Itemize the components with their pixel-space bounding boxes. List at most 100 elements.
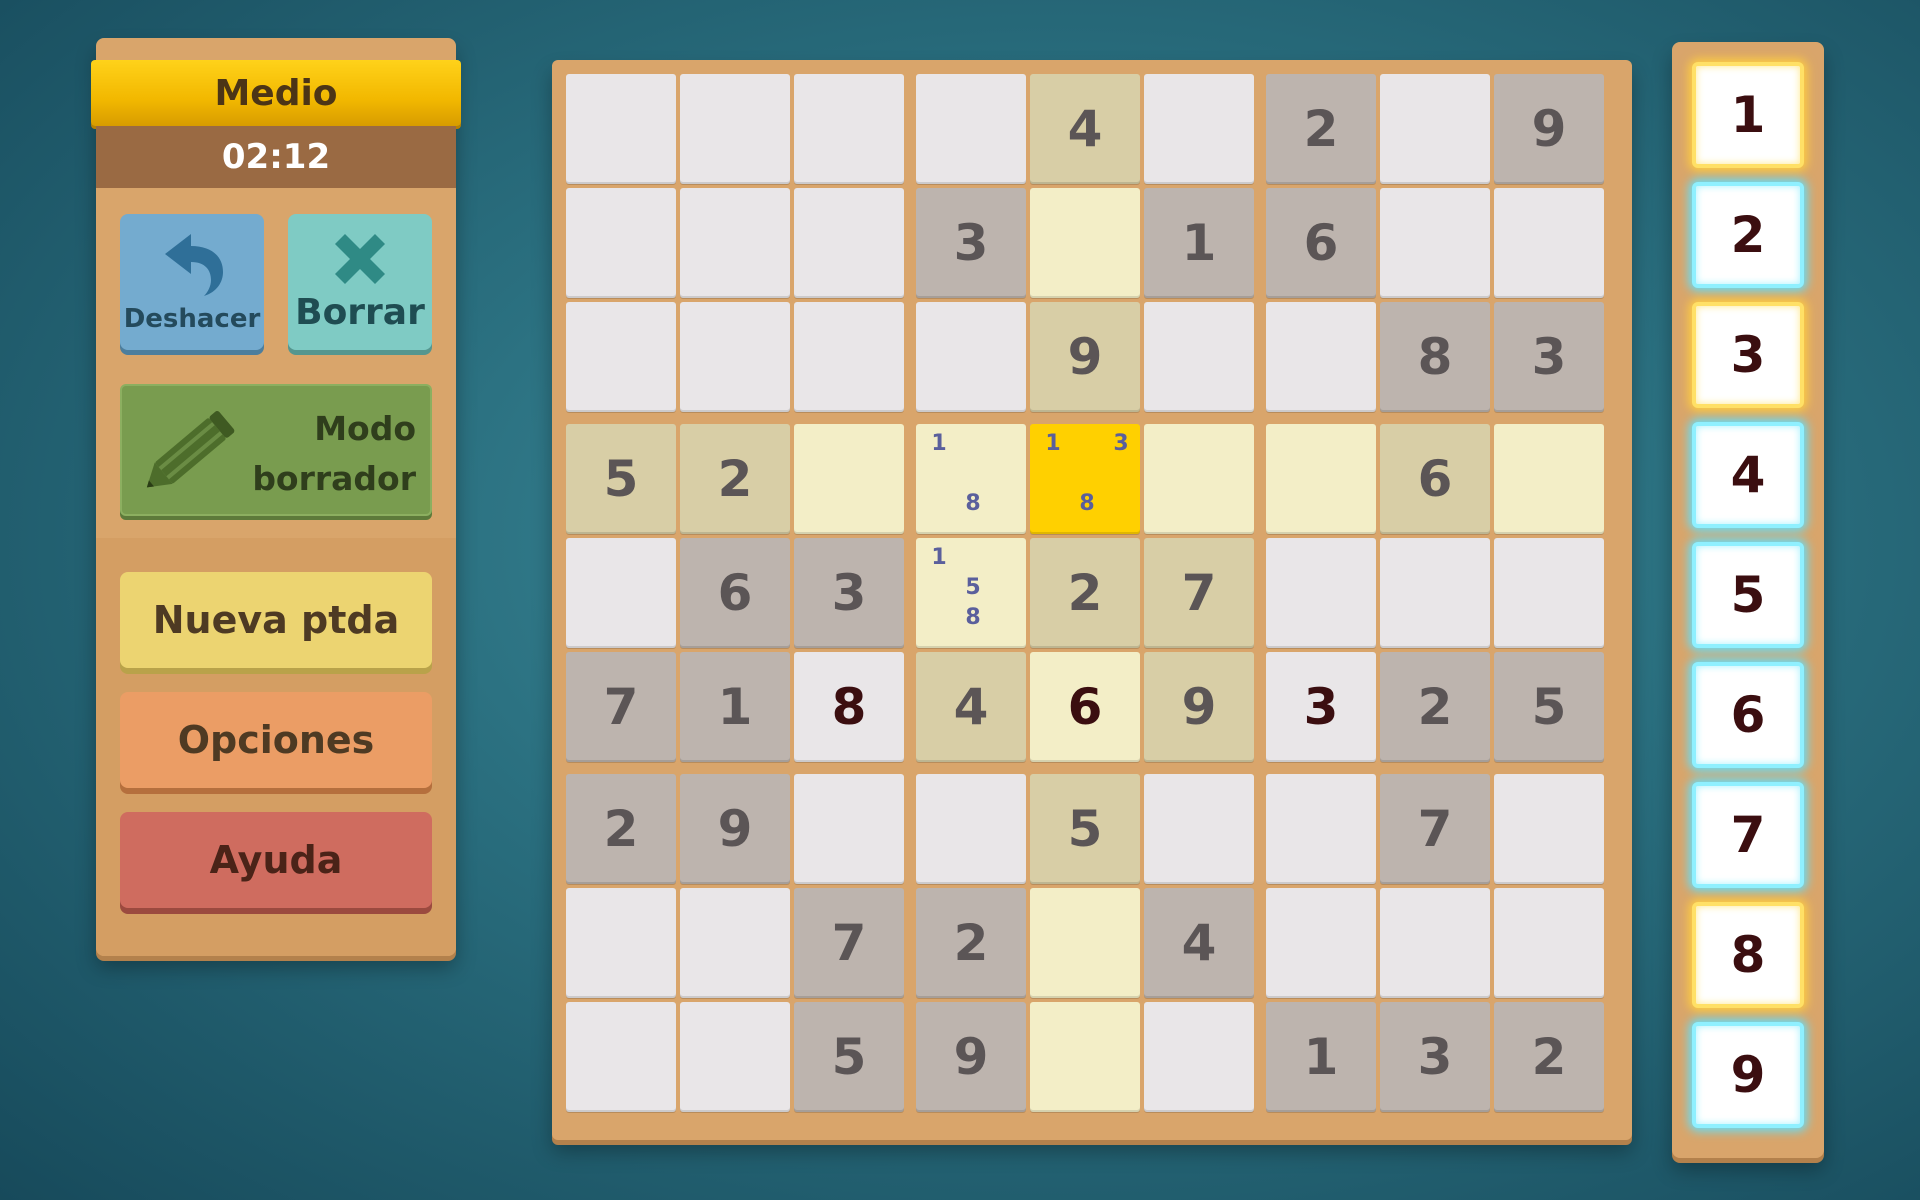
sudoku-cell[interactable]: 8	[1380, 302, 1490, 412]
pencil-mode-button[interactable]: Modo borrador	[120, 384, 432, 516]
sudoku-cell[interactable]	[1494, 538, 1604, 648]
sudoku-cell[interactable]: 4	[916, 652, 1026, 762]
sudoku-cell[interactable]	[1144, 74, 1254, 184]
sudoku-cell[interactable]: 7	[1144, 538, 1254, 648]
options-button[interactable]: Opciones	[120, 692, 432, 788]
sudoku-cell[interactable]	[566, 74, 676, 184]
sudoku-cell[interactable]: 2	[1030, 538, 1140, 648]
number-button-4[interactable]: 4	[1692, 422, 1804, 528]
sudoku-cell[interactable]	[1266, 774, 1376, 884]
sudoku-cell[interactable]	[1380, 888, 1490, 998]
sudoku-cell[interactable]: 18	[916, 424, 1026, 534]
number-button-9[interactable]: 9	[1692, 1022, 1804, 1128]
number-button-1[interactable]: 1	[1692, 62, 1804, 168]
sudoku-cell[interactable]	[916, 302, 1026, 412]
sudoku-cell[interactable]: 6	[1030, 652, 1140, 762]
sudoku-cell[interactable]	[1494, 774, 1604, 884]
number-button-3[interactable]: 3	[1692, 302, 1804, 408]
sudoku-cell[interactable]	[1144, 774, 1254, 884]
sudoku-cell[interactable]	[680, 188, 790, 298]
sudoku-cell[interactable]	[1030, 188, 1140, 298]
sudoku-cell[interactable]: 9	[1494, 74, 1604, 184]
sudoku-cell[interactable]	[1380, 74, 1490, 184]
sudoku-cell[interactable]	[794, 774, 904, 884]
number-button-8[interactable]: 8	[1692, 902, 1804, 1008]
sudoku-cell[interactable]	[566, 188, 676, 298]
help-button[interactable]: Ayuda	[120, 812, 432, 908]
sudoku-cell[interactable]	[1494, 188, 1604, 298]
sudoku-cell[interactable]: 8	[794, 652, 904, 762]
cell-value: 3	[1531, 328, 1567, 386]
sudoku-cell[interactable]	[680, 302, 790, 412]
sudoku-cell[interactable]: 9	[1144, 652, 1254, 762]
sudoku-cell[interactable]	[916, 74, 1026, 184]
sudoku-cell[interactable]	[1266, 302, 1376, 412]
sudoku-cell[interactable]: 3	[1494, 302, 1604, 412]
sudoku-cell[interactable]: 3	[1266, 652, 1376, 762]
sudoku-cell[interactable]: 6	[1380, 424, 1490, 534]
sudoku-cell[interactable]	[1494, 888, 1604, 998]
sudoku-cell[interactable]	[1030, 888, 1140, 998]
pencil-note: 8	[965, 605, 981, 630]
sudoku-cell[interactable]: 5	[566, 424, 676, 534]
sudoku-cell[interactable]	[680, 74, 790, 184]
number-button-2[interactable]: 2	[1692, 182, 1804, 288]
sudoku-cell[interactable]: 3	[794, 538, 904, 648]
sudoku-cell[interactable]: 7	[794, 888, 904, 998]
sudoku-cell[interactable]: 1	[1144, 188, 1254, 298]
sudoku-cell[interactable]	[794, 188, 904, 298]
sudoku-cell[interactable]: 7	[1380, 774, 1490, 884]
sudoku-cell[interactable]: 6	[1266, 188, 1376, 298]
sudoku-cell[interactable]: 4	[1030, 74, 1140, 184]
sudoku-cell[interactable]	[680, 888, 790, 998]
sudoku-cell[interactable]: 2	[916, 888, 1026, 998]
pencil-note: 1	[1045, 431, 1061, 456]
sudoku-cell[interactable]	[1266, 888, 1376, 998]
sudoku-cell[interactable]	[1144, 424, 1254, 534]
sudoku-cell[interactable]	[566, 538, 676, 648]
sudoku-cell[interactable]: 5	[794, 1002, 904, 1112]
sudoku-cell[interactable]	[680, 1002, 790, 1112]
number-button-7[interactable]: 7	[1692, 782, 1804, 888]
sudoku-cell[interactable]	[566, 302, 676, 412]
sudoku-cell[interactable]: 9	[1030, 302, 1140, 412]
sudoku-cell[interactable]	[1144, 1002, 1254, 1112]
sudoku-cell[interactable]	[1380, 538, 1490, 648]
sudoku-cell[interactable]: 7	[566, 652, 676, 762]
sudoku-cell[interactable]	[916, 774, 1026, 884]
sudoku-cell[interactable]	[1266, 424, 1376, 534]
sudoku-cell[interactable]: 3	[916, 188, 1026, 298]
sudoku-cell[interactable]: 3	[1380, 1002, 1490, 1112]
sudoku-cell[interactable]: 6	[680, 538, 790, 648]
cell-value: 4	[1181, 914, 1217, 972]
sudoku-cell[interactable]: 1	[1266, 1002, 1376, 1112]
sudoku-cell[interactable]: 15 8	[916, 538, 1026, 648]
sudoku-cell[interactable]	[566, 888, 676, 998]
erase-button[interactable]: Borrar	[288, 214, 432, 350]
sudoku-cell[interactable]	[1380, 188, 1490, 298]
sudoku-cell[interactable]	[794, 74, 904, 184]
number-button-6[interactable]: 6	[1692, 662, 1804, 768]
sudoku-cell[interactable]: 5	[1494, 652, 1604, 762]
undo-button[interactable]: Deshacer	[120, 214, 264, 350]
sudoku-cell[interactable]: 2	[1266, 74, 1376, 184]
sudoku-cell[interactable]	[794, 424, 904, 534]
sudoku-cell[interactable]: 2	[680, 424, 790, 534]
sudoku-cell[interactable]: 9	[916, 1002, 1026, 1112]
new-game-button[interactable]: Nueva ptda	[120, 572, 432, 668]
sudoku-cell[interactable]: 2	[1494, 1002, 1604, 1112]
sudoku-cell[interactable]	[1144, 302, 1254, 412]
sudoku-cell[interactable]	[1266, 538, 1376, 648]
sudoku-cell[interactable]: 1 3 8	[1030, 424, 1140, 534]
sudoku-cell[interactable]	[1494, 424, 1604, 534]
sudoku-cell[interactable]: 2	[566, 774, 676, 884]
sudoku-cell[interactable]: 2	[1380, 652, 1490, 762]
sudoku-cell[interactable]	[566, 1002, 676, 1112]
sudoku-cell[interactable]: 5	[1030, 774, 1140, 884]
sudoku-cell[interactable]: 9	[680, 774, 790, 884]
sudoku-cell[interactable]: 4	[1144, 888, 1254, 998]
sudoku-cell[interactable]	[794, 302, 904, 412]
number-button-5[interactable]: 5	[1692, 542, 1804, 648]
sudoku-cell[interactable]: 1	[680, 652, 790, 762]
sudoku-cell[interactable]	[1030, 1002, 1140, 1112]
